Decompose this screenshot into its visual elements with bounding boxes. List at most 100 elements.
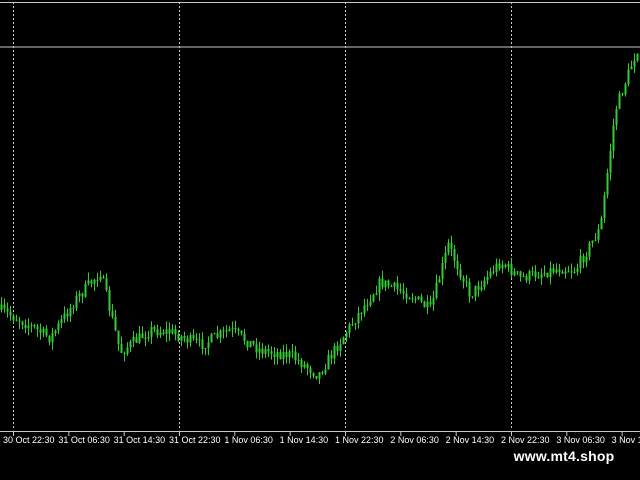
candle-body (30, 325, 33, 327)
candle-body (525, 276, 528, 281)
candle-body (633, 60, 636, 67)
candle-body (573, 271, 576, 273)
candle-body (318, 372, 321, 379)
candle-body (63, 313, 66, 320)
candle-body (204, 348, 207, 350)
candle-body (414, 299, 417, 301)
candle-body (102, 276, 105, 279)
candle-body (603, 194, 606, 218)
candle-body (144, 338, 147, 340)
candle-body (162, 332, 165, 335)
candle-body (279, 352, 282, 360)
candle-body (489, 271, 492, 277)
candle-body (330, 354, 333, 359)
x-tick-label: 1 Nov 14:30 (280, 435, 329, 445)
candle-body (78, 293, 81, 296)
candle-body (219, 330, 222, 338)
candle-body (156, 329, 159, 336)
candle-body (432, 297, 435, 305)
candle-body (90, 280, 93, 284)
candle-body (147, 336, 150, 339)
candle-body (531, 271, 534, 273)
watermark-text: www.mt4.shop (497, 445, 631, 467)
candle-body (174, 329, 177, 335)
candle-body (369, 301, 372, 306)
candle-body (336, 345, 339, 351)
candle-body (54, 330, 57, 334)
candle-body (417, 296, 420, 300)
candle-body (177, 334, 180, 341)
candle-body (462, 277, 465, 282)
candle-body (201, 339, 204, 349)
candle-body (624, 83, 627, 95)
candle-body (99, 276, 102, 280)
candle-body (447, 242, 450, 253)
candle-body (522, 276, 525, 278)
candle-body (225, 330, 228, 332)
candle-body (450, 242, 453, 249)
candle-body (222, 330, 225, 332)
candle-body (393, 282, 396, 287)
candle-body (150, 327, 153, 337)
candle-body (549, 268, 552, 278)
candle-body (312, 373, 315, 376)
candle-body (477, 285, 480, 290)
candle-body (516, 271, 519, 273)
candle-body (384, 280, 387, 288)
candle-body (15, 320, 18, 322)
candle-body (390, 286, 393, 288)
candle-body (537, 277, 540, 279)
candle-body (72, 307, 75, 309)
candle-body (606, 172, 609, 195)
x-tick-label: 3 Nov 06:30 (556, 435, 605, 445)
candle-body (45, 328, 48, 336)
candle-body (183, 336, 186, 339)
candle-body (153, 327, 156, 330)
candle-body (243, 333, 246, 342)
candle-body (387, 280, 390, 287)
candle-body (540, 274, 543, 278)
candle-body (495, 263, 498, 273)
candle-body (231, 328, 234, 330)
candle-body (564, 271, 567, 274)
candle-body (168, 329, 171, 334)
candle-body (282, 351, 285, 360)
candle-body (492, 271, 495, 273)
candle-body (465, 281, 468, 283)
candle-body (342, 337, 345, 345)
candle-body (123, 352, 126, 354)
candle-body (588, 242, 591, 257)
candle-body (129, 341, 132, 348)
candle-body (543, 272, 546, 275)
candle-body (237, 329, 240, 331)
candle-body (570, 271, 573, 273)
x-tick-label: 1 Nov 22:30 (335, 435, 384, 445)
candle-body (381, 278, 384, 288)
candle-body (441, 262, 444, 280)
x-tick-label: 2 Nov 22:30 (501, 435, 550, 445)
candle-body (9, 311, 12, 316)
candle-body (309, 368, 312, 374)
candle-body (141, 333, 144, 339)
candle-body (57, 323, 60, 331)
candle-body (372, 294, 375, 302)
candle-body (321, 372, 324, 374)
x-tick-label: 2 Nov 06:30 (390, 435, 439, 445)
candle-body (399, 288, 402, 291)
candle-body (294, 351, 297, 361)
candle-body (483, 280, 486, 288)
candle-body (510, 263, 513, 276)
candle-body (561, 271, 564, 274)
candle-body (453, 248, 456, 261)
candle-body (261, 348, 264, 354)
x-tick-label: 30 Oct 22:30 (3, 435, 55, 445)
candle-body (366, 305, 369, 307)
candle-body (597, 229, 600, 240)
x-tick-label: 1 Nov 06:30 (224, 435, 273, 445)
candle-body (120, 343, 123, 353)
candle-body (87, 280, 90, 284)
candle-body (327, 354, 330, 370)
x-tick-label: 31 Oct 06:30 (58, 435, 110, 445)
candle-body (240, 330, 243, 334)
candle-body (246, 341, 249, 348)
